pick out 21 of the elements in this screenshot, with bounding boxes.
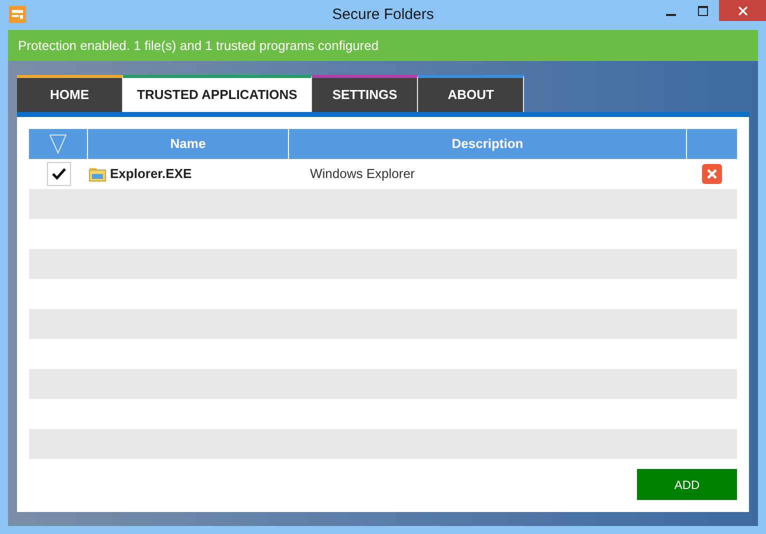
checkmark-icon	[50, 167, 66, 181]
delete-icon	[707, 169, 717, 179]
column-header: Name	[170, 135, 206, 154]
app-description: Windows Explorer	[310, 166, 415, 182]
status-banner: Protection enabled. 1 file(s) and 1 trusted programs configured	[8, 30, 758, 61]
close-button[interactable]	[719, 0, 766, 21]
column-header: Description	[452, 135, 524, 154]
folder-icon	[89, 166, 106, 182]
tab[interactable]: ABOUT	[418, 75, 524, 112]
tab[interactable]: HOME	[17, 75, 123, 112]
tab[interactable]: TRUSTED APPLICATIONS	[123, 75, 312, 112]
app-name: Explorer.EXE	[110, 165, 192, 184]
window-title: Secure Folders	[332, 6, 434, 23]
tab[interactable]: SETTINGS	[312, 75, 418, 112]
app-icon	[9, 6, 26, 23]
close-icon	[738, 6, 748, 16]
maximize-icon	[698, 6, 708, 16]
minimize-icon	[666, 14, 676, 16]
add-button[interactable]: ADD	[637, 469, 737, 500]
delete-button[interactable]	[702, 164, 722, 184]
checkbox[interactable]	[46, 162, 70, 186]
